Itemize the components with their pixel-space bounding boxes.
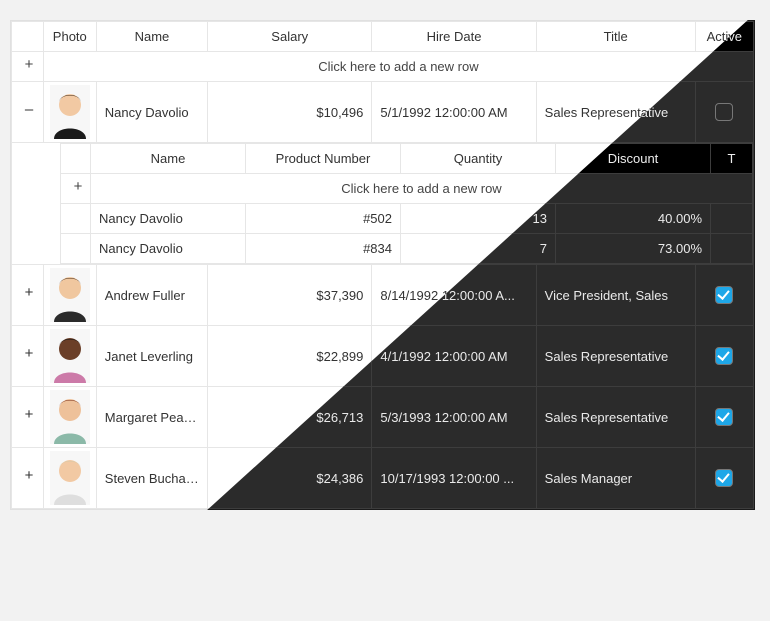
add-row-text[interactable]: Click here to add a new row: [43, 52, 753, 82]
detail-product: #834: [246, 234, 401, 264]
name-header[interactable]: Name: [96, 22, 207, 52]
expand-column-header: [12, 22, 44, 52]
employee-title: Sales Manager: [536, 448, 695, 509]
salary-header[interactable]: Salary: [208, 22, 372, 52]
detail-discount: 73.00%: [556, 234, 711, 264]
add-row-plus-icon[interactable]: [20, 58, 38, 76]
active-checkbox[interactable]: [715, 103, 733, 121]
employee-salary: $22,899: [208, 326, 372, 387]
detail-product-header[interactable]: Product Number: [246, 144, 401, 174]
employee-title: Sales Representative: [536, 387, 695, 448]
employee-name: Margaret Peac...: [96, 387, 207, 448]
detail-name: Nancy Davolio: [91, 234, 246, 264]
avatar: [50, 451, 90, 505]
employee-name: Janet Leverling: [96, 326, 207, 387]
employee-title: Sales Representative: [536, 326, 695, 387]
header-row: Photo Name Salary Hire Date Title Active: [12, 22, 754, 52]
expand-icon[interactable]: [20, 408, 38, 426]
detail-expand-header: [61, 144, 91, 174]
employee-hiredate: 5/3/1993 12:00:00 AM: [372, 387, 536, 448]
employee-name: Andrew Fuller: [96, 265, 207, 326]
detail-name: Nancy Davolio: [91, 204, 246, 234]
detail-discount: 40.00%: [556, 204, 711, 234]
detail-name-header[interactable]: Name: [91, 144, 246, 174]
hiredate-header[interactable]: Hire Date: [372, 22, 536, 52]
employee-name: Steven Buchan...: [96, 448, 207, 509]
active-checkbox[interactable]: [715, 469, 733, 487]
expand-icon[interactable]: [20, 469, 38, 487]
detail-quantity-header[interactable]: Quantity: [401, 144, 556, 174]
collapse-icon[interactable]: [20, 103, 38, 121]
employee-salary: $37,390: [208, 265, 372, 326]
active-checkbox[interactable]: [715, 286, 733, 304]
detail-product: #502: [246, 204, 401, 234]
title-header-label: Title: [604, 29, 628, 44]
title-header[interactable]: Title: [536, 22, 695, 52]
avatar: [50, 390, 90, 444]
detail-truncated-header[interactable]: T: [711, 144, 753, 174]
add-row-plus-icon[interactable]: [69, 180, 87, 198]
expand-icon[interactable]: [20, 286, 38, 304]
employee-salary: $10,496: [208, 82, 372, 143]
hiredate-header-label: Hire Date: [427, 29, 482, 44]
active-checkbox[interactable]: [715, 347, 733, 365]
avatar: [50, 268, 90, 322]
active-checkbox[interactable]: [715, 408, 733, 426]
avatar: [50, 85, 90, 139]
employee-name: Nancy Davolio: [96, 82, 207, 143]
employee-hiredate: 5/1/1992 12:00:00 AM: [372, 82, 536, 143]
expand-icon[interactable]: [20, 347, 38, 365]
employee-hiredate: 10/17/1993 12:00:00 ...: [372, 448, 536, 509]
photo-header[interactable]: Photo: [43, 22, 96, 52]
employee-title: Vice President, Sales: [536, 265, 695, 326]
name-header-label: Name: [135, 29, 170, 44]
salary-header-label: Salary: [271, 29, 308, 44]
add-row[interactable]: Click here to add a new row: [12, 52, 754, 82]
avatar: [50, 329, 90, 383]
photo-header-label: Photo: [53, 29, 87, 44]
